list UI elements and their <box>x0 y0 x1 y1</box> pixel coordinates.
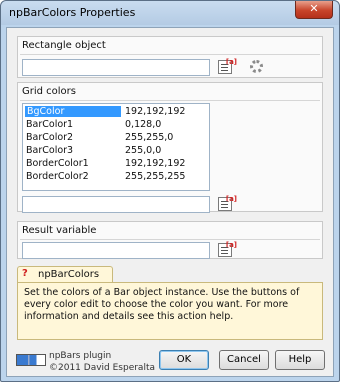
dialog-client-area: Rectangle object [a] Grid colors BgColor… <box>6 27 334 377</box>
list-item[interactable]: BarColor2 255,255,0 <box>25 132 205 145</box>
grid-colors-group: Grid colors BgColor 192,192,192 BarColor… <box>17 82 323 213</box>
color-name: BarColor3 <box>26 145 74 156</box>
color-name: BgColor <box>25 106 121 117</box>
info-tab: ? npBarColors <box>17 266 113 283</box>
variable-picker-icon[interactable]: [a] <box>218 241 237 257</box>
plugin-name: npBars plugin <box>49 351 112 361</box>
rectangle-object-label: Rectangle object <box>22 40 106 51</box>
info-description: Set the colors of a Bar object instance.… <box>17 282 323 340</box>
color-value: 255,255,255 <box>125 171 186 182</box>
help-button[interactable]: Help <box>275 350 325 370</box>
color-name: BarColor2 <box>26 132 74 143</box>
gear-icon[interactable] <box>250 60 263 73</box>
list-item[interactable]: BarColor1 0,128,0 <box>25 119 205 132</box>
result-variable-input[interactable] <box>22 242 210 259</box>
question-icon: ? <box>22 268 28 279</box>
list-item[interactable]: BorderColor2 255,255,255 <box>25 171 205 184</box>
properties-window: npBarColors Properties ✕ Rectangle objec… <box>0 0 340 382</box>
color-value: 255,0,0 <box>125 145 162 156</box>
rectangle-object-input[interactable] <box>22 59 210 76</box>
color-value: 192,192,192 <box>125 158 186 169</box>
info-tab-label: npBarColors <box>38 269 100 280</box>
window-title: npBarColors Properties <box>9 6 136 19</box>
list-item[interactable]: BgColor 192,192,192 <box>25 106 205 119</box>
plugin-copyright: ©2011 David Esperalta <box>49 363 155 373</box>
title-bar[interactable]: npBarColors Properties ✕ <box>1 1 339 25</box>
color-name: BorderColor2 <box>26 171 89 182</box>
group-divider <box>20 54 320 55</box>
color-value: 192,192,192 <box>125 106 186 117</box>
variable-picker-icon[interactable]: [a] <box>218 58 237 74</box>
grid-colors-list[interactable]: BgColor 192,192,192 BarColor1 0,128,0 Ba… <box>22 103 210 191</box>
color-edit-input[interactable] <box>22 196 210 213</box>
color-value: 255,255,0 <box>125 132 174 143</box>
group-divider <box>20 100 320 101</box>
color-name: BorderColor1 <box>26 158 89 169</box>
grid-colors-label: Grid colors <box>22 86 76 97</box>
list-item[interactable]: BorderColor1 192,192,192 <box>25 158 205 171</box>
list-item[interactable]: BarColor3 255,0,0 <box>25 145 205 158</box>
ok-button[interactable]: OK <box>159 350 209 370</box>
color-value: 0,128,0 <box>125 119 162 130</box>
result-variable-group: Result variable [a] <box>17 221 323 259</box>
group-divider <box>20 239 320 240</box>
close-button[interactable]: ✕ <box>295 1 333 19</box>
cancel-button[interactable]: Cancel <box>219 350 269 370</box>
rectangle-object-group: Rectangle object [a] <box>17 36 323 78</box>
variable-picker-icon[interactable]: [a] <box>218 195 237 211</box>
color-name: BarColor1 <box>26 119 74 130</box>
result-variable-label: Result variable <box>22 225 97 236</box>
plugin-logo-icon <box>16 354 46 366</box>
